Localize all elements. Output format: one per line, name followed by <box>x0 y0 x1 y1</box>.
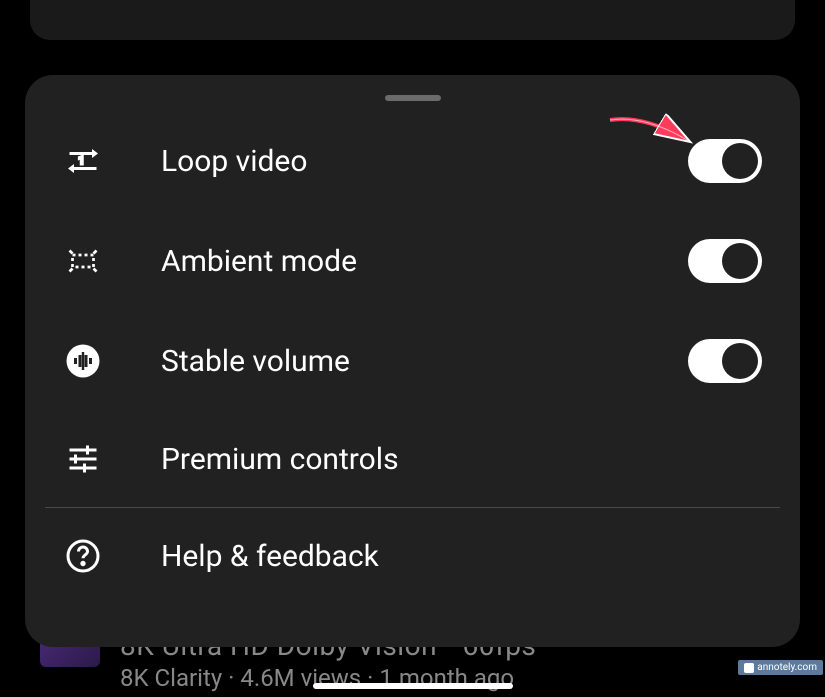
channel-name: 8K Clarity <box>120 664 222 692</box>
watermark-icon <box>744 663 754 673</box>
menu-label: Premium controls <box>161 442 762 477</box>
loop-icon: 1 <box>63 141 103 181</box>
menu-label: Help & feedback <box>161 539 762 574</box>
menu-label: Stable volume <box>161 344 688 379</box>
watermark: annotely.com <box>738 660 823 675</box>
menu-item-help-feedback[interactable]: Help & feedback <box>25 508 800 604</box>
ambient-mode-toggle[interactable] <box>688 239 762 283</box>
toggle-knob <box>722 343 758 379</box>
svg-text:1: 1 <box>79 154 85 167</box>
menu-label: Loop video <box>161 144 688 179</box>
menu-label: Ambient mode <box>161 244 688 279</box>
menu-item-loop-video[interactable]: 1 Loop video <box>25 111 800 211</box>
watermark-text: annotely.com <box>757 662 817 673</box>
ambient-icon <box>63 241 103 281</box>
toggle-knob <box>722 243 758 279</box>
menu-item-ambient-mode[interactable]: Ambient mode <box>25 211 800 311</box>
stable-volume-icon <box>63 341 103 381</box>
stable-volume-toggle[interactable] <box>688 339 762 383</box>
drag-handle[interactable] <box>385 95 441 101</box>
sliders-icon <box>63 439 103 479</box>
toggle-knob <box>722 143 758 179</box>
menu-item-stable-volume[interactable]: Stable volume <box>25 311 800 411</box>
bottom-sheet: 1 Loop video Ambient mode <box>25 75 800 647</box>
background-card-top <box>30 0 795 40</box>
home-indicator[interactable] <box>313 683 513 689</box>
loop-video-toggle[interactable] <box>688 139 762 183</box>
help-icon <box>63 536 103 576</box>
menu-item-premium-controls[interactable]: Premium controls <box>25 411 800 507</box>
